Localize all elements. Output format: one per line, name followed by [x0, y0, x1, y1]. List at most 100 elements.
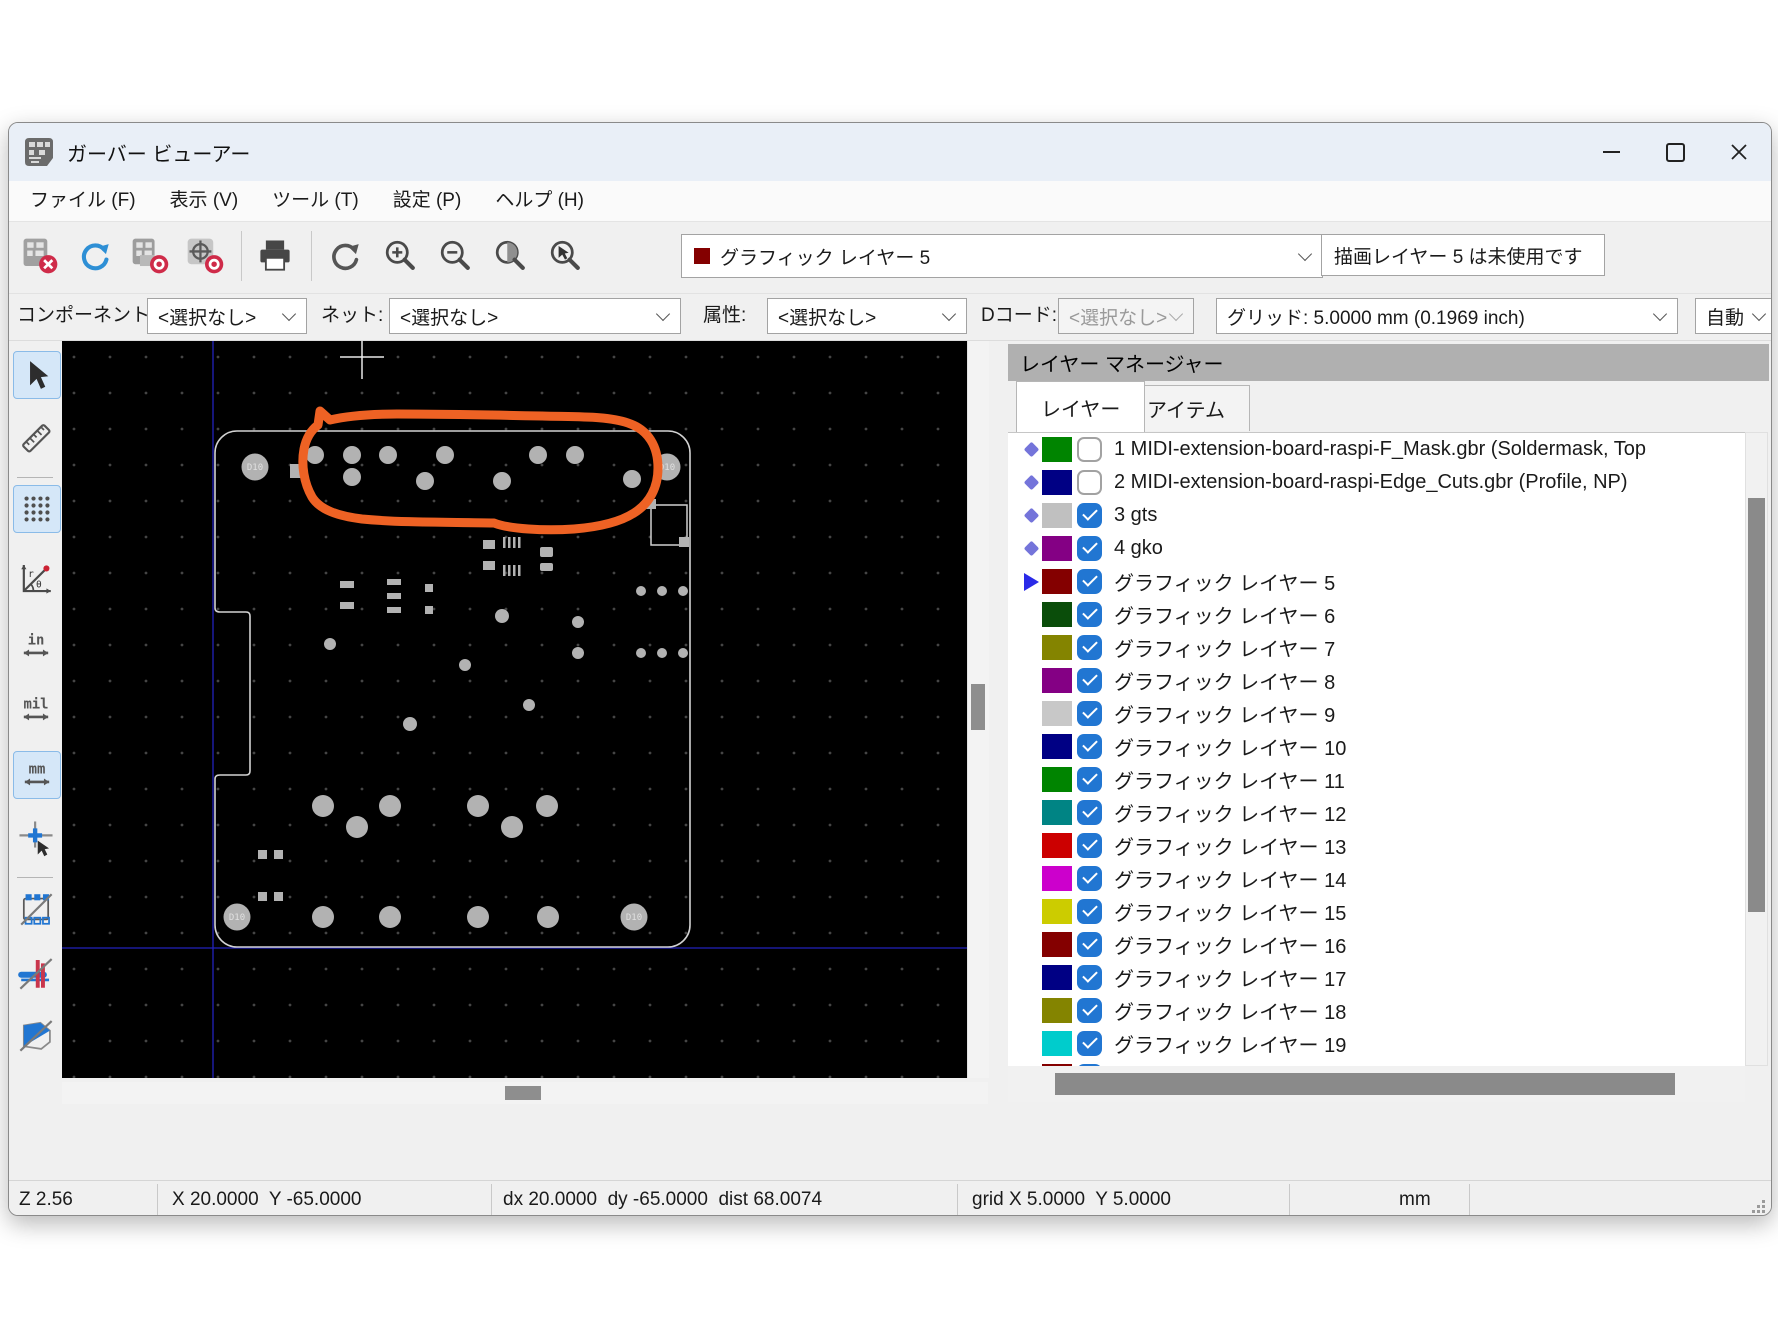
redraw-view-button[interactable]: [322, 233, 368, 279]
layer-row[interactable]: 4 gko: [1008, 532, 1745, 565]
layer-color-swatch[interactable]: [1042, 932, 1072, 957]
zoom-out-button[interactable]: [432, 233, 478, 279]
sketch-flashed-items-button[interactable]: [13, 886, 59, 932]
layer-row[interactable]: グラフィック レイヤー 6: [1008, 598, 1745, 631]
layer-row[interactable]: グラフィック レイヤー 12: [1008, 796, 1745, 829]
layer-list-vertical-scrollbar[interactable]: [1745, 432, 1768, 1066]
layer-color-swatch[interactable]: [1042, 767, 1072, 792]
layer-row[interactable]: グラフィック レイヤー 14: [1008, 862, 1745, 895]
print-button[interactable]: [252, 233, 298, 279]
layer-visibility-checkbox[interactable]: [1077, 536, 1102, 561]
layer-visibility-checkbox[interactable]: [1077, 635, 1102, 660]
layer-visibility-checkbox[interactable]: [1077, 437, 1102, 462]
fullscreen-crosshair-button[interactable]: [13, 815, 59, 861]
layer-row[interactable]: グラフィック レイヤー 11: [1008, 763, 1745, 796]
canvas-vertical-scrollbar[interactable]: [967, 341, 989, 1078]
menu-help[interactable]: ヘルプ (H): [478, 181, 601, 221]
layer-list-horizontal-scrollbar-thumb[interactable]: [1055, 1073, 1675, 1095]
layer-label[interactable]: グラフィック レイヤー 13: [1114, 831, 1346, 860]
sketch-lines-button[interactable]: [13, 950, 59, 996]
minimize-button[interactable]: [1579, 123, 1643, 181]
zoom-fit-button[interactable]: [487, 233, 533, 279]
layer-color-swatch[interactable]: [1042, 800, 1072, 825]
polar-coords-button[interactable]: r θ: [13, 555, 59, 601]
layer-visibility-checkbox[interactable]: [1077, 1031, 1102, 1056]
menu-preferences[interactable]: 設定 (P): [376, 181, 479, 221]
reload-all-layers-button[interactable]: [72, 233, 118, 279]
layer-visibility-checkbox[interactable]: [1077, 569, 1102, 594]
layer-label[interactable]: グラフィック レイヤー 8: [1114, 666, 1335, 695]
grid-select[interactable]: グリッド: 5.0000 mm (0.1969 inch): [1216, 298, 1678, 334]
layer-color-swatch[interactable]: [1042, 833, 1072, 858]
titlebar[interactable]: ガーバー ビューアー: [9, 123, 1771, 181]
clear-all-layers-button[interactable]: [17, 233, 63, 279]
layer-color-swatch[interactable]: [1042, 668, 1072, 693]
layer-label[interactable]: グラフィック レイヤー 18: [1114, 996, 1346, 1025]
layer-color-swatch[interactable]: [1042, 866, 1072, 891]
zoom-to-selection-button[interactable]: [542, 233, 588, 279]
layer-row[interactable]: グラフィック レイヤー 15: [1008, 895, 1745, 928]
maximize-button[interactable]: [1643, 123, 1707, 181]
open-drill-file-button[interactable]: [182, 233, 228, 279]
layer-label[interactable]: グラフィック レイヤー 16: [1114, 930, 1346, 959]
canvas-horizontal-scrollbar[interactable]: [62, 1082, 988, 1104]
layer-label[interactable]: グラフィック レイヤー 17: [1114, 963, 1346, 992]
layer-label[interactable]: グラフィック レイヤー 12: [1114, 798, 1346, 827]
layer-color-swatch[interactable]: [1042, 965, 1072, 990]
canvas-vertical-scrollbar-thumb[interactable]: [971, 684, 985, 730]
close-button[interactable]: [1707, 123, 1771, 181]
layer-color-swatch[interactable]: [1042, 1031, 1072, 1056]
layer-visibility-checkbox[interactable]: [1077, 998, 1102, 1023]
grid-toggle-button[interactable]: [13, 485, 61, 533]
layer-list-horizontal-scrollbar[interactable]: [1008, 1066, 1745, 1102]
zoom-select[interactable]: 自動: [1695, 298, 1771, 334]
layer-label[interactable]: グラフィック レイヤー 7: [1114, 633, 1335, 662]
open-gerber-file-button[interactable]: [127, 233, 173, 279]
layer-row[interactable]: グラフィック レイヤー 18: [1008, 994, 1745, 1027]
layer-visibility-checkbox[interactable]: [1077, 668, 1102, 693]
layer-row[interactable]: グラフィック レイヤー 5: [1008, 565, 1745, 598]
layer-color-swatch[interactable]: [1042, 998, 1072, 1023]
layer-label[interactable]: グラフィック レイヤー 11: [1114, 765, 1345, 794]
component-select[interactable]: <選択なし>: [147, 298, 307, 334]
units-mm-button[interactable]: mm: [13, 751, 61, 799]
layer-visibility-checkbox[interactable]: [1077, 734, 1102, 759]
layer-color-swatch[interactable]: [1042, 503, 1072, 528]
layer-color-swatch[interactable]: [1042, 536, 1072, 561]
layer-visibility-checkbox[interactable]: [1077, 767, 1102, 792]
layer-row[interactable]: グラフィック レイヤー 8: [1008, 664, 1745, 697]
menu-file[interactable]: ファイル (F): [13, 181, 153, 221]
layer-visibility-checkbox[interactable]: [1077, 602, 1102, 627]
resize-grip[interactable]: [1751, 1199, 1765, 1213]
layer-color-swatch[interactable]: [1042, 569, 1072, 594]
layer-label[interactable]: グラフィック レイヤー 10: [1114, 732, 1346, 761]
layer-color-swatch[interactable]: [1042, 701, 1072, 726]
layer-row[interactable]: グラフィック レイヤー 10: [1008, 730, 1745, 763]
layer-color-swatch[interactable]: [1042, 602, 1072, 627]
sketch-polygons-button[interactable]: [13, 1012, 59, 1058]
layer-label[interactable]: グラフィック レイヤー 9: [1114, 699, 1335, 728]
layer-color-swatch[interactable]: [1042, 635, 1072, 660]
units-inch-button[interactable]: in: [13, 623, 59, 669]
layer-row[interactable]: グラフィック レイヤー 19: [1008, 1027, 1745, 1060]
layer-label[interactable]: グラフィック レイヤー 19: [1114, 1029, 1346, 1058]
layer-color-swatch[interactable]: [1042, 437, 1072, 462]
attribute-select[interactable]: <選択なし>: [767, 298, 967, 334]
units-mil-button[interactable]: mil: [13, 687, 59, 733]
layer-color-swatch[interactable]: [1042, 470, 1072, 495]
layer-row[interactable]: グラフィック レイヤー 17: [1008, 961, 1745, 994]
menu-view[interactable]: 表示 (V): [153, 181, 256, 221]
layer-row[interactable]: 3 gts: [1008, 499, 1745, 532]
canvas-horizontal-scrollbar-thumb[interactable]: [505, 1086, 541, 1100]
layer-visibility-checkbox[interactable]: [1077, 503, 1102, 528]
canvas-area[interactable]: D10 D10 D10 D10: [62, 341, 967, 1078]
tab-layers[interactable]: レイヤー: [1016, 381, 1146, 432]
layer-label[interactable]: 1 MIDI-extension-board-raspi-F_Mask.gbr …: [1114, 438, 1646, 461]
layer-label[interactable]: グラフィック レイヤー 6: [1114, 600, 1335, 629]
layer-row[interactable]: 2 MIDI-extension-board-raspi-Edge_Cuts.g…: [1008, 466, 1745, 499]
layer-visibility-checkbox[interactable]: [1077, 932, 1102, 957]
layer-visibility-checkbox[interactable]: [1077, 833, 1102, 858]
zoom-in-button[interactable]: [377, 233, 423, 279]
layer-visibility-checkbox[interactable]: [1077, 470, 1102, 495]
layer-label[interactable]: 2 MIDI-extension-board-raspi-Edge_Cuts.g…: [1114, 471, 1628, 494]
